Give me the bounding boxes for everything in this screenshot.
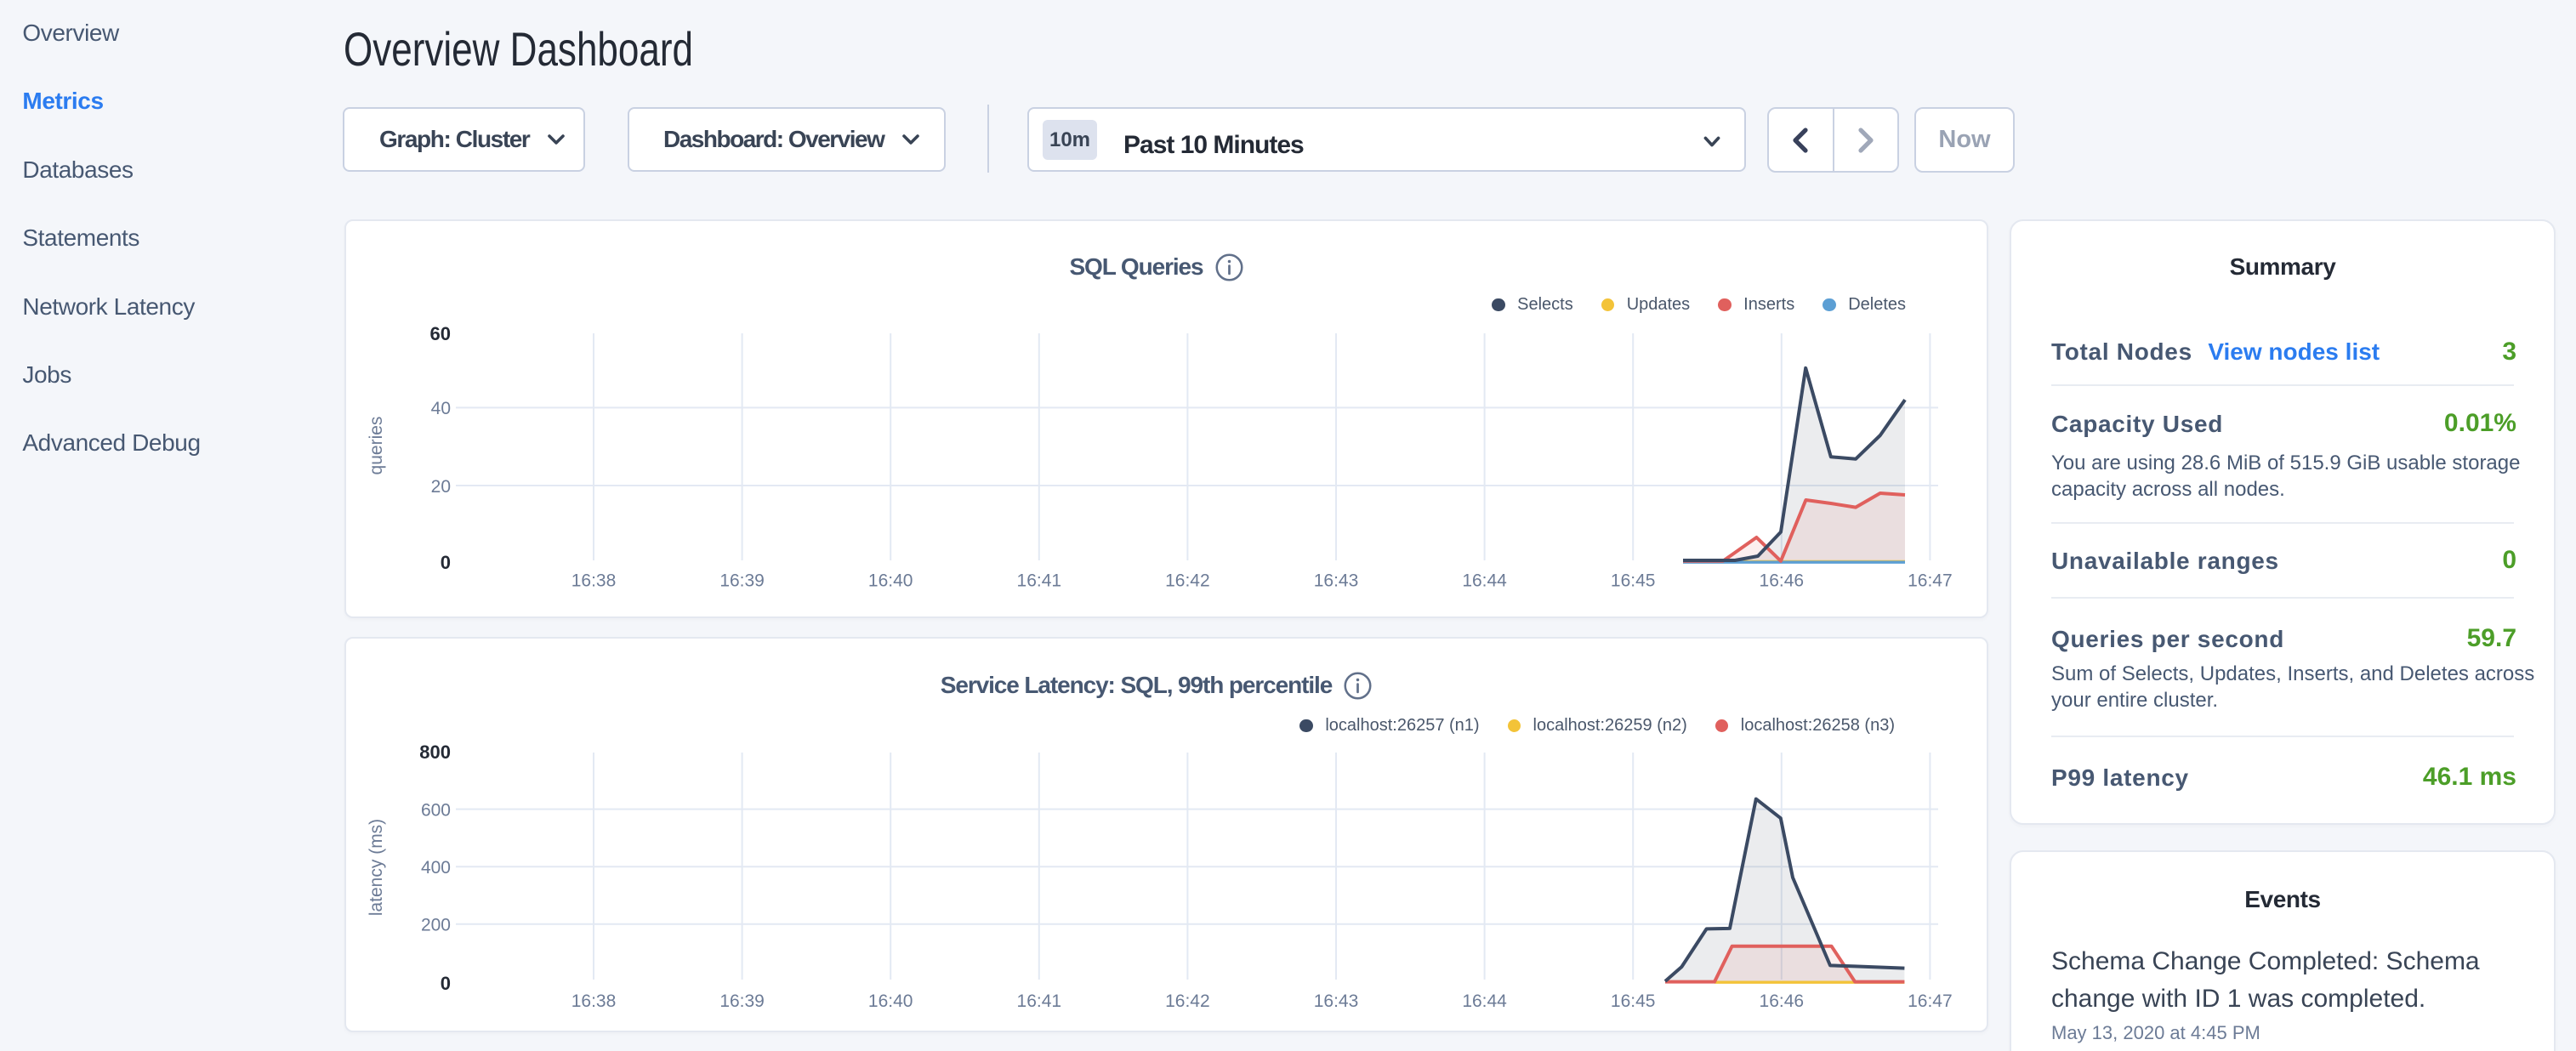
svg-text:400: 400 — [421, 858, 451, 878]
svg-text:16:41: 16:41 — [1017, 991, 1062, 1011]
svg-text:200: 200 — [421, 916, 451, 935]
svg-text:40: 40 — [431, 399, 451, 418]
svg-text:800: 800 — [419, 741, 451, 763]
svg-text:0: 0 — [441, 552, 451, 573]
svg-text:16:40: 16:40 — [868, 571, 913, 591]
svg-text:16:43: 16:43 — [1314, 571, 1359, 591]
svg-text:16:44: 16:44 — [1462, 571, 1507, 591]
svg-text:16:45: 16:45 — [1611, 991, 1656, 1011]
svg-text:16:46: 16:46 — [1760, 571, 1805, 591]
svg-text:0: 0 — [441, 973, 451, 994]
svg-text:16:39: 16:39 — [719, 991, 765, 1011]
svg-text:16:47: 16:47 — [1908, 571, 1953, 591]
svg-text:16:46: 16:46 — [1760, 991, 1805, 1011]
svg-text:latency (ms): latency (ms) — [367, 819, 386, 916]
svg-text:16:39: 16:39 — [719, 571, 765, 591]
svg-text:20: 20 — [431, 477, 451, 497]
svg-text:16:42: 16:42 — [1165, 991, 1210, 1011]
svg-text:16:45: 16:45 — [1611, 571, 1656, 591]
svg-text:16:41: 16:41 — [1017, 571, 1062, 591]
svg-text:16:40: 16:40 — [868, 991, 913, 1011]
svg-text:16:43: 16:43 — [1314, 991, 1359, 1011]
svg-text:16:42: 16:42 — [1165, 571, 1210, 591]
svg-text:queries: queries — [367, 417, 386, 475]
svg-text:60: 60 — [430, 323, 451, 344]
svg-text:16:38: 16:38 — [571, 991, 617, 1011]
svg-text:16:38: 16:38 — [571, 571, 617, 591]
svg-text:600: 600 — [421, 800, 451, 820]
svg-text:16:47: 16:47 — [1908, 991, 1953, 1011]
svg-text:16:44: 16:44 — [1462, 991, 1507, 1011]
